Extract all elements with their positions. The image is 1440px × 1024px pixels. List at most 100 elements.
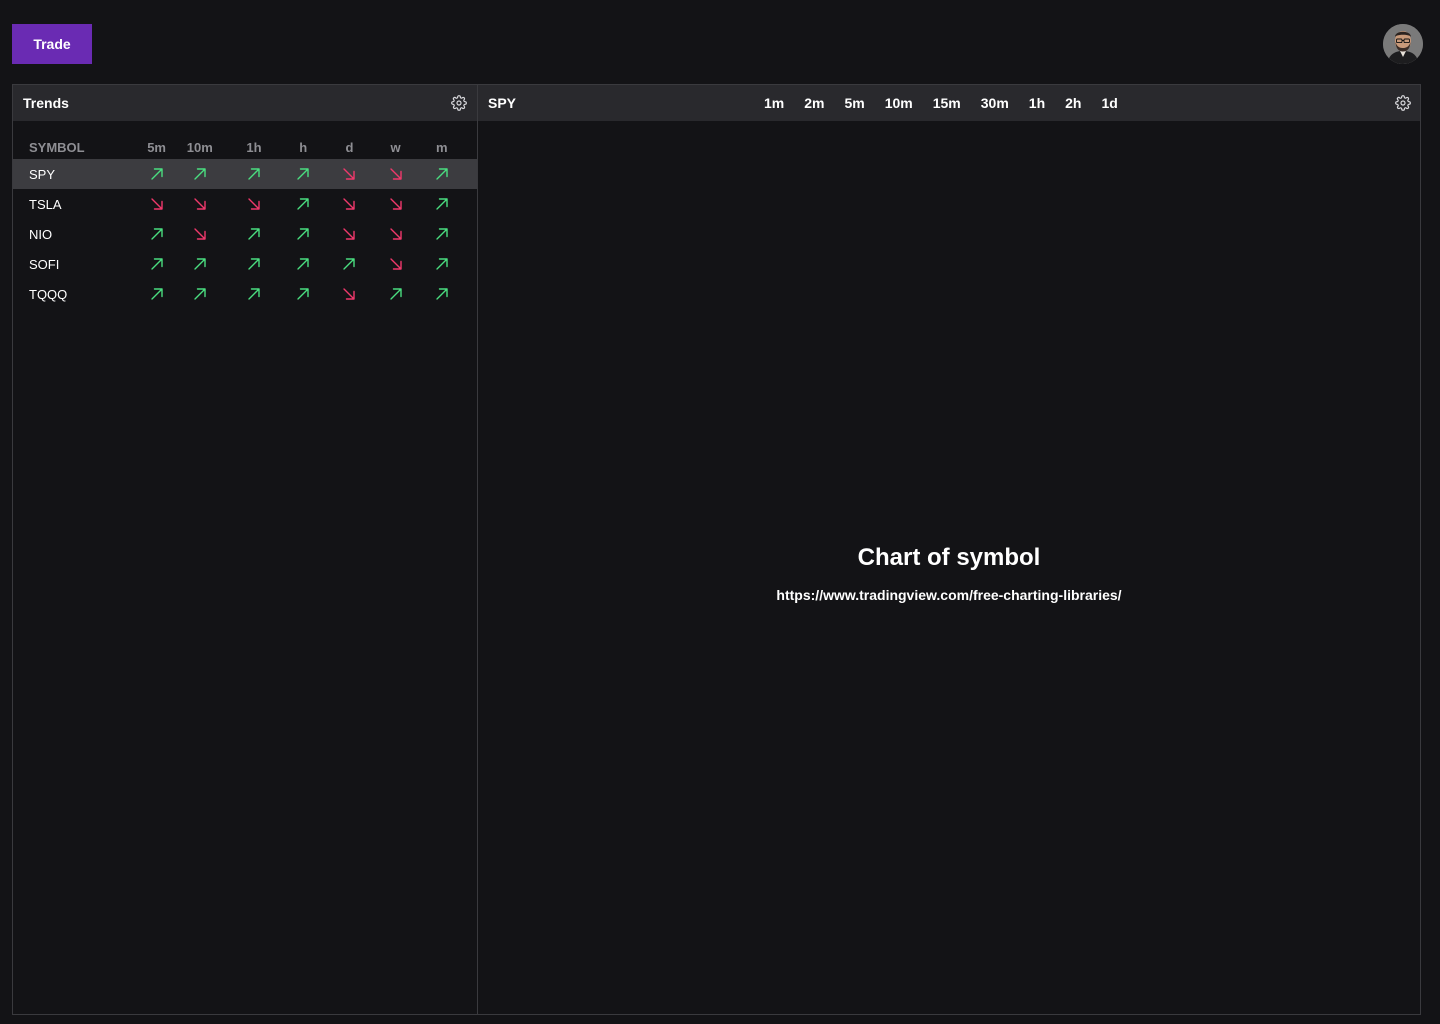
arrow-down-right-icon: [248, 198, 260, 210]
timeframe-tab-2h[interactable]: 2h: [1065, 95, 1081, 111]
arrow-up-right-icon: [248, 228, 260, 240]
timeframe-tab-5m[interactable]: 5m: [844, 95, 864, 111]
gear-icon[interactable]: [1395, 95, 1411, 111]
timeframe-tab-1h[interactable]: 1h: [1029, 95, 1045, 111]
trends-table-header: SYMBOL 5m 10m 1h h d w m: [13, 135, 477, 159]
symbol-cell: NIO: [29, 226, 53, 242]
timeframe-tab-2m[interactable]: 2m: [804, 95, 824, 111]
symbol-cell: SOFI: [29, 256, 60, 272]
column-header-h: h: [299, 139, 308, 155]
trend-cell: [215, 159, 293, 189]
arrow-up-right-icon: [150, 258, 163, 270]
column-header-5m: 5m: [147, 139, 166, 155]
timeframe-tab-1d[interactable]: 1d: [1101, 95, 1117, 111]
trend-cell: [184, 279, 216, 309]
column-header-w: w: [390, 139, 401, 155]
trends-panel-title: Trends: [23, 95, 69, 111]
symbol-cell: TSLA: [29, 196, 62, 212]
timeframe-tab-10m[interactable]: 10m: [885, 95, 913, 111]
arrow-up-right-icon: [297, 258, 309, 270]
column-header-d: d: [345, 139, 354, 155]
arrow-up-right-icon: [297, 288, 309, 300]
arrow-up-right-icon: [248, 168, 260, 180]
trend-cell: [384, 159, 407, 189]
chart-panel-header: SPY 1m 2m 5m 10m 15m 30m 1h 2h 1d: [478, 85, 1420, 121]
arrow-up-right-icon: [248, 258, 260, 270]
user-avatar[interactable]: [1383, 24, 1423, 64]
arrow-down-right-icon: [389, 258, 402, 270]
arrow-down-right-icon: [194, 198, 206, 210]
timeframe-tab-30m[interactable]: 30m: [981, 95, 1009, 111]
top-bar: Trade: [0, 0, 1440, 84]
trend-cell: [129, 159, 184, 189]
timeframe-tab-15m[interactable]: 15m: [933, 95, 961, 111]
arrow-up-right-icon: [436, 168, 448, 180]
arrow-up-right-icon: [297, 198, 309, 210]
chart-area[interactable]: Chart of symbol https://www.tradingview.…: [478, 543, 1420, 603]
trend-cell: [407, 279, 477, 309]
column-header-10m: 10m: [186, 139, 213, 155]
arrow-down-right-icon: [389, 168, 402, 180]
chart-library-link[interactable]: https://www.tradingview.com/free-chartin…: [478, 587, 1420, 603]
arrow-down-right-icon: [343, 198, 356, 210]
arrow-up-right-icon: [194, 168, 206, 180]
arrow-up-right-icon: [194, 288, 206, 300]
trend-row-nio[interactable]: NIO: [13, 219, 477, 249]
arrow-up-right-icon: [389, 288, 402, 300]
trend-cell: [292, 279, 314, 309]
trends-panel: Trends SYMBOL 5m 10m 1h h d w m SPY TSLA NIO SOFI T…: [12, 84, 478, 1015]
arrow-up-right-icon: [436, 288, 448, 300]
trend-cell: [183, 159, 216, 189]
chart-symbol-title: SPY: [488, 95, 517, 111]
arrow-down-right-icon: [343, 168, 356, 180]
trend-cell: [385, 249, 407, 279]
trend-cell: [130, 279, 184, 309]
trend-cell: [184, 219, 216, 249]
arrow-up-right-icon: [150, 288, 163, 300]
trend-cell: [407, 249, 477, 279]
trend-cell: [216, 219, 292, 249]
arrow-down-right-icon: [389, 228, 402, 240]
trend-cell: [314, 189, 384, 219]
trend-cell: [406, 159, 477, 189]
gear-icon[interactable]: [451, 95, 467, 111]
arrow-down-right-icon: [194, 228, 206, 240]
arrow-down-right-icon: [389, 198, 402, 210]
avatar-image: [1383, 24, 1423, 64]
trend-cell: [407, 189, 477, 219]
arrow-up-right-icon: [343, 258, 356, 270]
trend-cell: [292, 219, 314, 249]
trend-cell: [292, 159, 315, 189]
trend-cell: [216, 249, 292, 279]
arrow-up-right-icon: [297, 228, 309, 240]
column-header-symbol: SYMBOL: [29, 139, 85, 155]
trade-button[interactable]: Trade: [12, 24, 92, 64]
trend-cell: [407, 219, 477, 249]
arrow-up-right-icon: [150, 228, 163, 240]
arrow-up-right-icon: [150, 168, 163, 180]
arrow-up-right-icon: [194, 258, 206, 270]
trend-row-sofi[interactable]: SOFI: [13, 249, 477, 279]
trend-cell: [314, 159, 385, 189]
trend-row-tsla[interactable]: TSLA: [13, 189, 477, 219]
trends-table: SYMBOL 5m 10m 1h h d w m SPY TSLA NIO SOFI TQQQ: [13, 135, 477, 309]
trend-cell: [292, 189, 314, 219]
trend-row-spy[interactable]: SPY: [13, 159, 477, 189]
trend-cell: [292, 249, 314, 279]
arrow-up-right-icon: [297, 168, 309, 180]
arrow-down-right-icon: [343, 228, 356, 240]
trend-cell: [130, 189, 184, 219]
chart-panel: SPY 1m 2m 5m 10m 15m 30m 1h 2h 1d Chart of symbo…: [477, 84, 1421, 1015]
trend-cell: [130, 219, 184, 249]
arrow-down-right-icon: [150, 198, 163, 210]
chart-placeholder-title: Chart of symbol: [857, 544, 1041, 571]
trend-cell: [184, 189, 216, 219]
arrow-up-right-icon: [436, 258, 448, 270]
trend-row-tqqq[interactable]: TQQQ: [13, 279, 477, 309]
arrow-up-right-icon: [436, 198, 448, 210]
trends-panel-header: Trends: [13, 85, 477, 121]
timeframe-tab-1m[interactable]: 1m: [764, 95, 784, 111]
trend-cell: [130, 249, 184, 279]
trend-cell: [184, 249, 216, 279]
trend-cell: [385, 219, 407, 249]
